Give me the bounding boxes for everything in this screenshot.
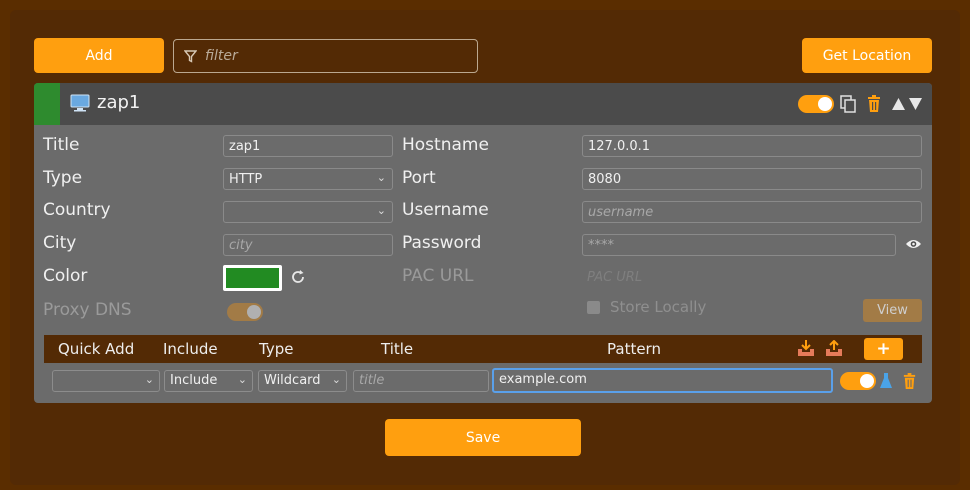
move-down-icon[interactable]	[908, 97, 923, 111]
hostname-label: Hostname	[402, 135, 489, 155]
port-label: Port	[402, 168, 436, 188]
proxy-card: zap1 Title zap1 Type HTTP ⌄ Country ⌄ Ci…	[34, 83, 932, 403]
chevron-down-icon: ⌄	[376, 204, 386, 217]
save-button[interactable]: Save	[385, 419, 581, 456]
hostname-input[interactable]: 127.0.0.1	[582, 135, 922, 157]
pattern-header: Pattern	[607, 340, 661, 358]
type-value: HTTP	[229, 171, 263, 187]
color-picker[interactable]	[223, 265, 282, 291]
filter-placeholder: filter	[205, 48, 238, 64]
proxy-enabled-toggle[interactable]	[798, 95, 834, 113]
computer-icon	[70, 94, 90, 112]
test-flask-icon[interactable]	[879, 372, 893, 390]
store-locally-label: Store Locally	[610, 298, 707, 316]
chevron-down-icon: ⌄	[237, 373, 247, 386]
type-select[interactable]: HTTP ⌄	[223, 168, 393, 190]
include-header: Include	[163, 340, 218, 358]
pac-url-label: PAC URL	[402, 266, 474, 286]
filter-icon	[184, 49, 197, 63]
export-icon[interactable]	[825, 340, 843, 357]
store-locally-checkbox[interactable]	[587, 301, 600, 314]
username-input[interactable]: username	[582, 201, 922, 223]
move-up-icon[interactable]	[891, 97, 906, 111]
title-input[interactable]: zap1	[223, 135, 393, 157]
chevron-down-icon: ⌄	[331, 373, 341, 386]
delete-icon[interactable]	[866, 95, 882, 113]
import-icon[interactable]	[797, 340, 815, 357]
pattern-table-header: Quick Add Include Type Title Pattern +	[44, 335, 922, 363]
city-label: City	[43, 233, 77, 253]
pac-url-input[interactable]: PAC URL	[587, 270, 642, 285]
pattern-input[interactable]: example.com	[492, 368, 833, 393]
color-label: Color	[43, 266, 88, 286]
quick-add-header: Quick Add	[58, 340, 135, 358]
title-label: Title	[43, 135, 80, 155]
color-stripe	[34, 83, 60, 125]
type-pattern-value: Wildcard	[264, 373, 321, 388]
include-select[interactable]: Include ⌄	[164, 370, 253, 392]
proxy-card-header: zap1	[34, 83, 932, 125]
password-input[interactable]: ****	[582, 234, 896, 256]
port-input[interactable]: 8080	[582, 168, 922, 190]
filter-input[interactable]: filter	[173, 39, 478, 73]
country-label: Country	[43, 200, 111, 220]
include-value: Include	[170, 373, 218, 388]
password-label: Password	[402, 233, 482, 253]
proxy-dns-label: Proxy DNS	[43, 300, 132, 320]
country-select[interactable]: ⌄	[223, 201, 393, 223]
pattern-enabled-toggle[interactable]	[840, 372, 876, 390]
city-input[interactable]: city	[223, 234, 393, 256]
chevron-down-icon: ⌄	[144, 373, 154, 386]
quick-add-select[interactable]: ⌄	[52, 370, 160, 392]
get-location-button[interactable]: Get Location	[802, 38, 932, 73]
view-button[interactable]: View	[863, 299, 922, 322]
type-header: Type	[259, 340, 294, 358]
type-pattern-select[interactable]: Wildcard ⌄	[258, 370, 347, 392]
add-button[interactable]: Add	[34, 38, 164, 73]
chevron-down-icon: ⌄	[376, 171, 386, 184]
proxy-dns-toggle[interactable]	[227, 303, 263, 321]
proxy-name: zap1	[97, 92, 141, 113]
refresh-icon[interactable]	[290, 269, 306, 285]
color-swatch	[226, 268, 279, 288]
duplicate-icon[interactable]	[840, 95, 856, 113]
pattern-title-input[interactable]: title	[353, 370, 489, 392]
username-label: Username	[402, 200, 489, 220]
add-pattern-button[interactable]: +	[864, 338, 903, 360]
title-header: Title	[381, 340, 414, 358]
type-label: Type	[43, 168, 83, 188]
eye-icon[interactable]	[905, 238, 922, 250]
delete-pattern-icon[interactable]	[902, 373, 917, 390]
